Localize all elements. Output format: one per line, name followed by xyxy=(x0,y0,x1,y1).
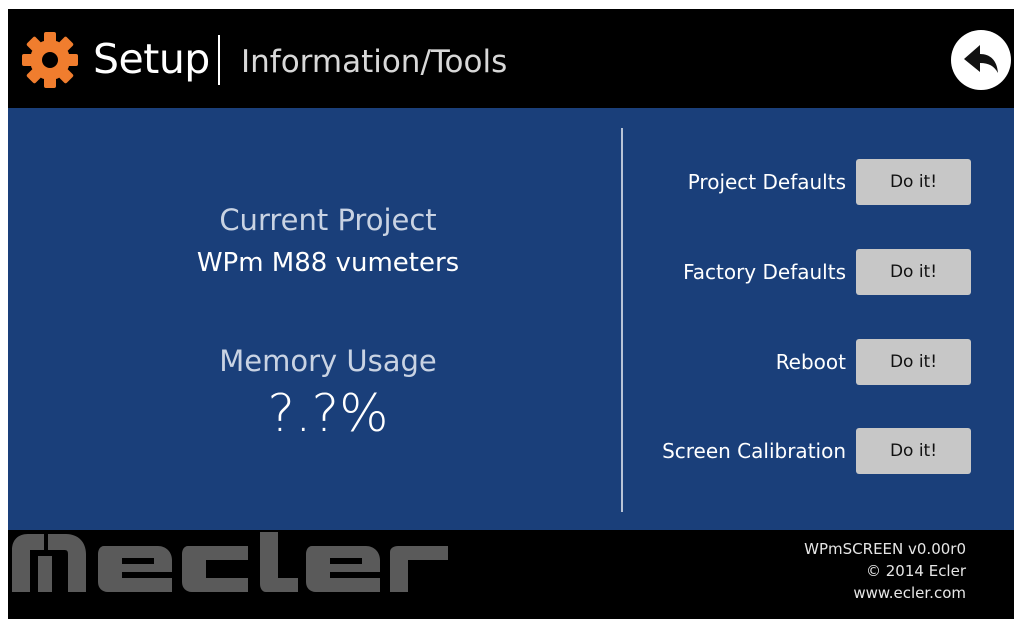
screen-calibration-button[interactable]: Do it! xyxy=(856,428,971,474)
reboot-button[interactable]: Do it! xyxy=(856,339,971,385)
memory-usage-value: ?.?% xyxy=(267,384,389,444)
website-link[interactable]: www.ecler.com xyxy=(804,582,966,604)
footer-info: WPmSCREEN v0.00r0 © 2014 Ecler www.ecler… xyxy=(804,538,966,604)
screen-calibration-label: Screen Calibration xyxy=(662,439,846,463)
factory-defaults-label: Factory Defaults xyxy=(683,260,846,284)
tool-row-factory-defaults: Factory Defaults Do it! xyxy=(638,249,978,295)
tool-row-project-defaults: Project Defaults Do it! xyxy=(638,159,978,205)
device-screen: Setup Information/Tools Current Project … xyxy=(8,9,1014,619)
gear-icon xyxy=(22,32,78,88)
back-button[interactable] xyxy=(950,29,1012,91)
footer-bar: WPmSCREEN v0.00r0 © 2014 Ecler www.ecler… xyxy=(8,530,1014,619)
reboot-label: Reboot xyxy=(775,350,846,374)
tool-row-screen-calibration: Screen Calibration Do it! xyxy=(638,428,978,474)
memory-usage-label: Memory Usage xyxy=(219,344,437,378)
project-defaults-label: Project Defaults xyxy=(687,170,846,194)
panel-divider xyxy=(621,128,623,512)
main-panel: Current Project WPm M88 vumeters Memory … xyxy=(8,108,1014,530)
header-bar: Setup Information/Tools xyxy=(8,9,1014,108)
factory-defaults-button[interactable]: Do it! xyxy=(856,249,971,295)
ecler-logo xyxy=(12,532,448,592)
tool-row-reboot: Reboot Do it! xyxy=(638,339,978,385)
version-text: WPmSCREEN v0.00r0 xyxy=(804,540,966,558)
title-separator xyxy=(218,35,220,85)
page-title: Setup xyxy=(93,35,210,83)
project-defaults-button[interactable]: Do it! xyxy=(856,159,971,205)
copyright-text: © 2014 Ecler xyxy=(866,562,966,580)
current-project-value: WPm M88 vumeters xyxy=(196,248,460,278)
page-subtitle: Information/Tools xyxy=(241,44,508,80)
current-project-label: Current Project xyxy=(219,203,437,237)
